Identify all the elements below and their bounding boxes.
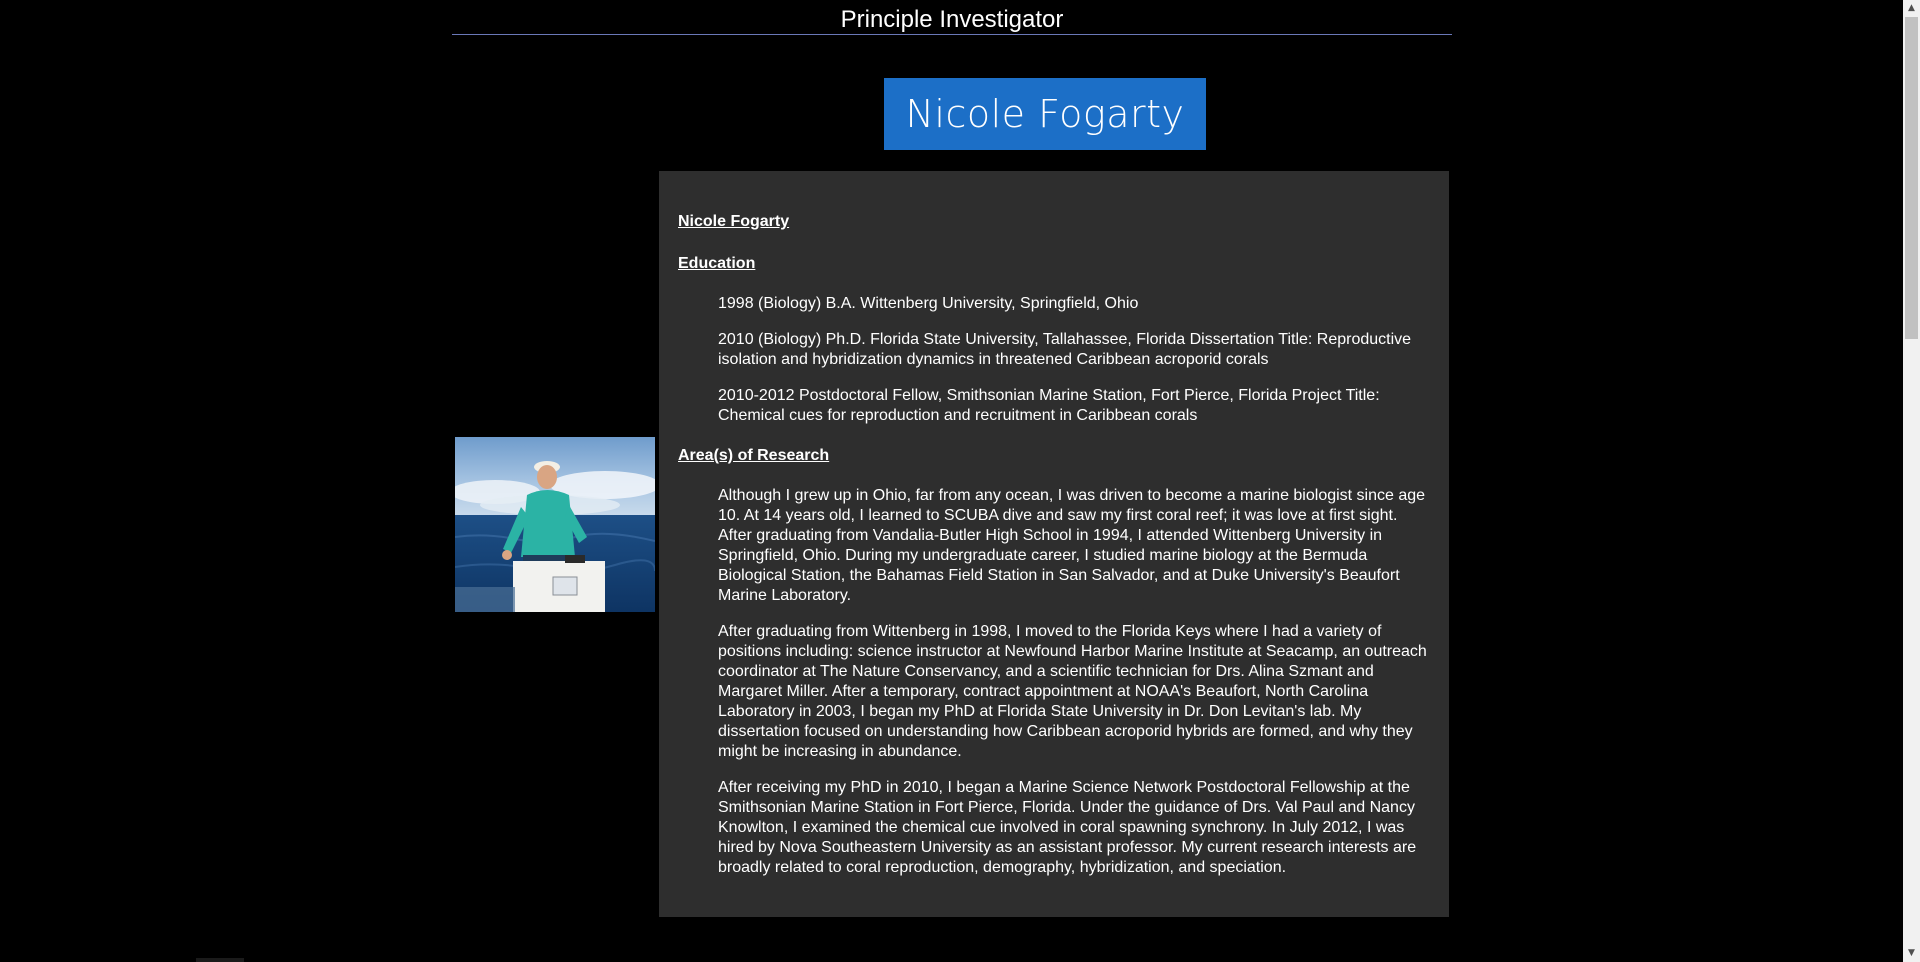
education-list: 1998 (Biology) B.A. Wittenberg Universit… [678,294,1430,426]
research-list: Although I grew up in Ohio, far from any… [678,486,1430,878]
bio-content: Nicole Fogarty Education 1998 (Biology) … [678,212,1430,878]
research-paragraph: After receiving my PhD in 2010, I began … [718,779,1417,876]
vertical-scrollbar[interactable]: ▲ ▼ [1903,0,1920,962]
education-item: 1998 (Biology) B.A. Wittenberg Universit… [718,295,1139,312]
scrollbar-thumb[interactable] [1905,17,1918,339]
bio-name-heading: Nicole Fogarty [678,213,790,230]
research-paragraph: After graduating from Wittenberg in 1998… [718,623,1427,760]
name-banner: Nicole Fogarty [884,78,1206,150]
page-viewport: Principle Investigator Nicole Fogarty Ni… [0,0,1903,962]
portrait-photo-image [455,437,655,612]
education-item: 2010-2012 Postdoctoral Fellow, Smithsoni… [718,387,1380,424]
research-heading: Area(s) of Research [678,447,830,464]
education-heading: Education [678,255,756,272]
scroll-down-arrow-icon[interactable]: ▼ [1903,945,1920,962]
education-item: 2010 (Biology) Ph.D. Florida State Unive… [718,331,1412,368]
scroll-up-arrow-icon[interactable]: ▲ [1903,0,1920,17]
bottom-strip [196,958,244,962]
research-paragraph: Although I grew up in Ohio, far from any… [718,487,1426,604]
portrait-photo [455,437,655,612]
page-header: Principle Investigator [452,0,1452,35]
bio-panel: Nicole Fogarty Education 1998 (Biology) … [659,171,1449,917]
page-title: Principle Investigator [840,6,1064,33]
